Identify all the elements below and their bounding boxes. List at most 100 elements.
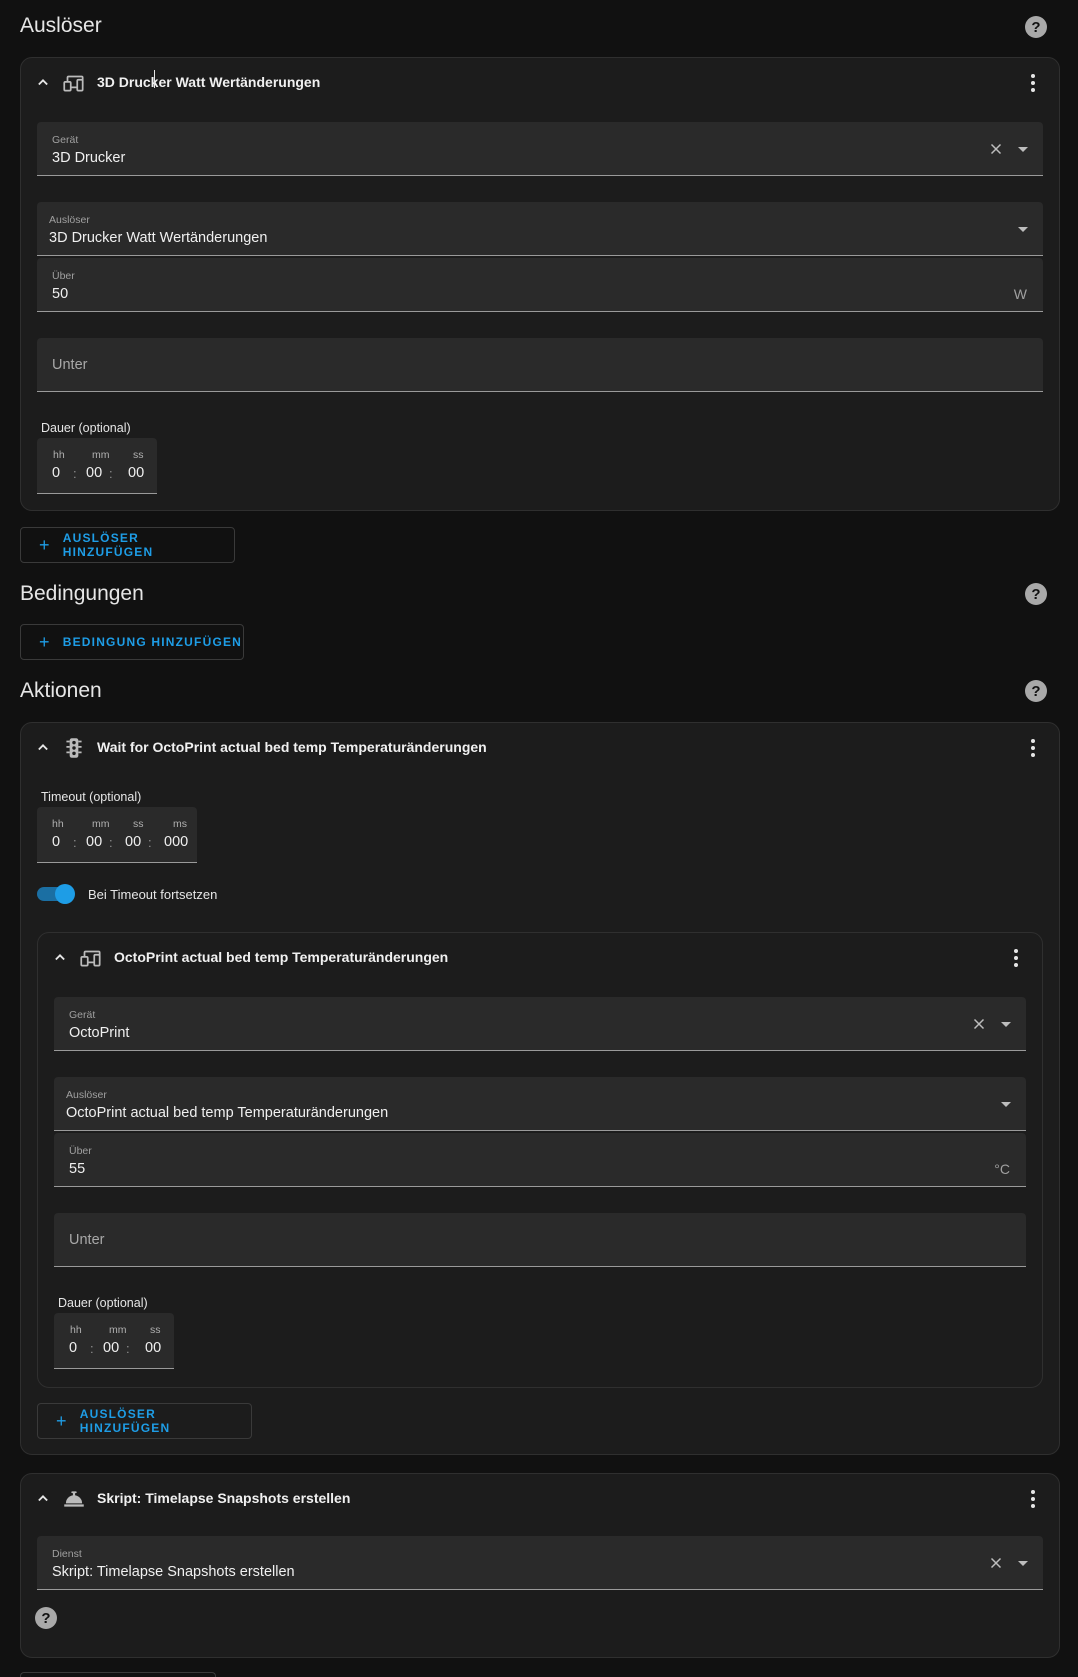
trigger-card-header[interactable]: 3D Drucker Watt Wertänderungen — [21, 58, 1059, 108]
colon-separator: : — [73, 835, 77, 850]
service-select[interactable]: Dienst Skript: Timelapse Snapshots erste… — [37, 1536, 1043, 1590]
above-input[interactable]: Über 50 W — [37, 258, 1043, 312]
ms-unit: ms — [173, 818, 187, 830]
add-trigger-label: AUSLÖSER HINZUFÜGEN — [79, 1407, 171, 1435]
script-card-title[interactable]: Skript: Timelapse Snapshots erstellen — [97, 1490, 350, 1506]
menu-down-icon[interactable] — [1000, 1018, 1012, 1030]
below-input[interactable]: Unter — [54, 1213, 1026, 1267]
ss-value[interactable]: 00 — [145, 1340, 161, 1356]
above-value: 50 — [52, 286, 69, 302]
ms-value[interactable]: 000 — [164, 834, 188, 850]
chevron-up-icon[interactable] — [33, 72, 53, 92]
wait-card-header[interactable]: Wait for OctoPrint actual bed temp Tempe… — [21, 723, 1059, 773]
dots-vertical-icon[interactable] — [1004, 946, 1028, 970]
colon-separator: : — [148, 835, 152, 850]
close-icon[interactable] — [987, 1554, 1005, 1572]
continue-toggle[interactable] — [37, 883, 77, 905]
hh-unit: hh — [53, 449, 65, 461]
add-condition-button[interactable]: + BEDINGUNG HINZUFÜGEN — [20, 624, 244, 660]
below-input[interactable]: Unter — [37, 338, 1043, 392]
devices-icon — [80, 950, 101, 967]
plus-icon: + — [56, 1410, 68, 1431]
duration-label: Dauer (optional) — [58, 1296, 148, 1310]
above-label: Über — [69, 1145, 92, 1157]
toggle-knob — [55, 884, 75, 904]
above-label: Über — [52, 270, 75, 282]
help-icon[interactable]: ? — [1025, 16, 1047, 38]
close-icon[interactable] — [987, 140, 1005, 158]
device-value: 3D Drucker — [52, 150, 126, 166]
triggers-section-title: Auslöser — [20, 14, 102, 37]
dots-vertical-icon[interactable] — [1021, 1487, 1045, 1511]
plus-icon: + — [39, 534, 51, 555]
plus-icon: + — [39, 631, 51, 652]
trigger-value: OctoPrint actual bed temp Temperaturände… — [66, 1105, 389, 1121]
wait-card-title[interactable]: Wait for OctoPrint actual bed temp Tempe… — [97, 739, 487, 755]
menu-down-icon[interactable] — [1017, 223, 1029, 235]
trigger-label: Auslöser — [49, 214, 90, 226]
add-action-button[interactable] — [20, 1672, 216, 1677]
hh-value[interactable]: 0 — [69, 1340, 77, 1356]
above-unit: °C — [994, 1161, 1010, 1177]
dots-vertical-icon[interactable] — [1021, 736, 1045, 760]
add-condition-label: BEDINGUNG HINZUFÜGEN — [62, 635, 243, 649]
below-placeholder: Unter — [52, 357, 88, 373]
mm-value[interactable]: 00 — [86, 465, 102, 481]
mm-unit: mm — [109, 1324, 127, 1336]
device-label: Gerät — [69, 1009, 96, 1021]
colon-separator: : — [90, 1341, 94, 1356]
colon-separator: : — [126, 1341, 130, 1356]
script-card-header[interactable]: Skript: Timelapse Snapshots erstellen — [21, 1474, 1059, 1524]
hh-unit: hh — [70, 1324, 82, 1336]
wait-trigger-card-title[interactable]: OctoPrint actual bed temp Temperaturände… — [114, 949, 448, 965]
above-value: 55 — [69, 1161, 86, 1177]
dots-vertical-icon[interactable] — [1021, 71, 1045, 95]
service-label: Dienst — [52, 1548, 82, 1560]
ss-value[interactable]: 00 — [125, 834, 141, 850]
above-input[interactable]: Über 55 °C — [54, 1133, 1026, 1187]
close-icon[interactable] — [970, 1015, 988, 1033]
ss-unit: ss — [150, 1324, 161, 1336]
menu-down-icon[interactable] — [1017, 1557, 1029, 1569]
help-icon[interactable]: ? — [1025, 583, 1047, 605]
menu-down-icon[interactable] — [1017, 143, 1029, 155]
trigger-value: 3D Drucker Watt Wertänderungen — [49, 230, 268, 246]
duration-input[interactable]: hh mm ss 0 : 00 : 00 — [54, 1313, 174, 1369]
help-icon[interactable]: ? — [35, 1607, 57, 1629]
script-card: Skript: Timelapse Snapshots erstellen Di… — [20, 1473, 1060, 1658]
hh-value[interactable]: 0 — [52, 465, 60, 481]
colon-separator: : — [109, 835, 113, 850]
add-wait-trigger-button[interactable]: + AUSLÖSER HINZUFÜGEN — [37, 1403, 252, 1439]
trigger-card-title[interactable]: 3D Drucker Watt Wertänderungen — [97, 74, 320, 90]
hh-unit: hh — [52, 818, 64, 830]
timeout-input[interactable]: hh mm ss ms 0 : 00 : 00 : 000 — [37, 807, 197, 863]
colon-separator: : — [109, 466, 113, 481]
trigger-select[interactable]: Auslöser 3D Drucker Watt Wertänderungen — [37, 202, 1043, 256]
chevron-up-icon[interactable] — [33, 737, 53, 757]
actions-section-title: Aktionen — [20, 679, 102, 702]
mm-value[interactable]: 00 — [86, 834, 102, 850]
add-trigger-label: AUSLÖSER HINZUFÜGEN — [62, 531, 154, 559]
service-value: Skript: Timelapse Snapshots erstellen — [52, 1564, 295, 1580]
help-icon[interactable]: ? — [1025, 680, 1047, 702]
ss-value[interactable]: 00 — [128, 465, 144, 481]
colon-separator: : — [73, 466, 77, 481]
devices-icon — [63, 75, 84, 92]
device-select[interactable]: Gerät OctoPrint — [54, 997, 1026, 1051]
ss-unit: ss — [133, 449, 144, 461]
menu-down-icon[interactable] — [1000, 1098, 1012, 1110]
duration-input[interactable]: hh mm ss 0 : 00 : 00 — [37, 438, 157, 494]
chevron-up-icon[interactable] — [50, 947, 70, 967]
mm-value[interactable]: 00 — [103, 1340, 119, 1356]
ss-unit: ss — [133, 818, 144, 830]
conditions-section-title: Bedingungen — [20, 582, 144, 605]
device-select[interactable]: Gerät 3D Drucker — [37, 122, 1043, 176]
mm-unit: mm — [92, 818, 110, 830]
trigger-select[interactable]: Auslöser OctoPrint actual bed temp Tempe… — [54, 1077, 1026, 1131]
hh-value[interactable]: 0 — [52, 834, 60, 850]
wait-card: Wait for OctoPrint actual bed temp Tempe… — [20, 722, 1060, 1455]
chevron-up-icon[interactable] — [33, 1488, 53, 1508]
device-value: OctoPrint — [69, 1025, 130, 1041]
add-trigger-button[interactable]: + AUSLÖSER HINZUFÜGEN — [20, 527, 235, 563]
wait-trigger-card-header[interactable]: OctoPrint actual bed temp Temperaturände… — [38, 933, 1042, 983]
